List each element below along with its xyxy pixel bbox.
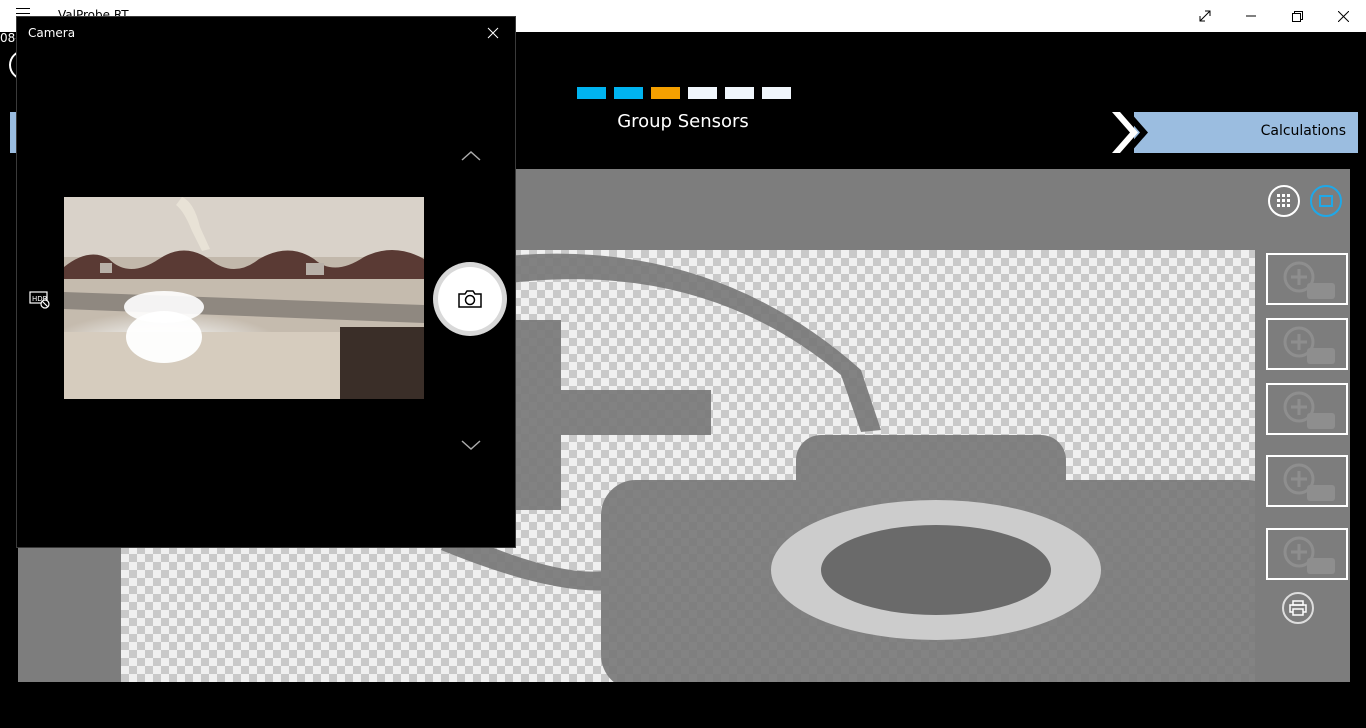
add-photo-icon [1283, 261, 1335, 299]
camera-close-button[interactable] [483, 23, 503, 43]
hdr-toggle-button[interactable]: HDR [29, 291, 51, 309]
shutter-button[interactable] [433, 262, 507, 336]
grid-icon [1277, 194, 1290, 207]
progress-segment [762, 87, 791, 99]
progress-segment [577, 87, 606, 99]
chevron-right-icon [1112, 112, 1148, 153]
minimize-button[interactable] [1228, 0, 1274, 32]
camera-dialog-title: Camera [28, 26, 76, 40]
view-icon [1319, 195, 1333, 207]
minimize-icon [1246, 15, 1256, 17]
print-button[interactable] [1282, 592, 1314, 624]
add-photo-icon [1283, 326, 1335, 364]
chevron-up-icon [461, 150, 481, 161]
camera-icon [458, 290, 482, 308]
scroll-down-button[interactable] [460, 437, 482, 451]
progress-segment [725, 87, 754, 99]
single-view-button[interactable] [1310, 185, 1342, 217]
next-step-label: Calculations [1260, 123, 1346, 139]
progress-segment [651, 87, 680, 99]
hdr-off-icon: HDR [29, 291, 50, 309]
progress-segment [614, 87, 643, 99]
close-icon [487, 27, 499, 39]
camera-preview [64, 197, 424, 399]
camera-dialog: Camera HDR [16, 16, 516, 548]
progress-segment [688, 87, 717, 99]
photo-thumbnail-slot[interactable] [1266, 318, 1348, 370]
photo-thumbnail-slot[interactable] [1266, 455, 1348, 507]
photo-thumbnail-slot[interactable] [1266, 528, 1348, 580]
shutter-inner [438, 267, 502, 331]
step-title: Group Sensors [617, 111, 749, 132]
add-photo-icon [1283, 536, 1335, 574]
camera-feed-image [64, 197, 424, 399]
grid-view-button[interactable] [1268, 185, 1300, 217]
scroll-up-button[interactable] [460, 148, 482, 162]
restore-button[interactable] [1274, 0, 1320, 32]
add-photo-icon [1283, 391, 1335, 429]
print-icon [1289, 600, 1307, 616]
photo-thumbnail-slot[interactable] [1266, 253, 1348, 305]
next-step-calculations-button[interactable]: Calculations [1110, 112, 1358, 153]
expand-button[interactable] [1182, 0, 1228, 32]
restore-icon [1291, 10, 1303, 22]
photo-thumbnail-slot[interactable] [1266, 383, 1348, 435]
expand-icon [1199, 10, 1211, 22]
close-window-button[interactable] [1320, 0, 1366, 32]
add-photo-icon [1283, 463, 1335, 501]
close-icon [1337, 10, 1349, 22]
step-progress [577, 87, 791, 99]
chevron-down-icon [461, 440, 481, 451]
